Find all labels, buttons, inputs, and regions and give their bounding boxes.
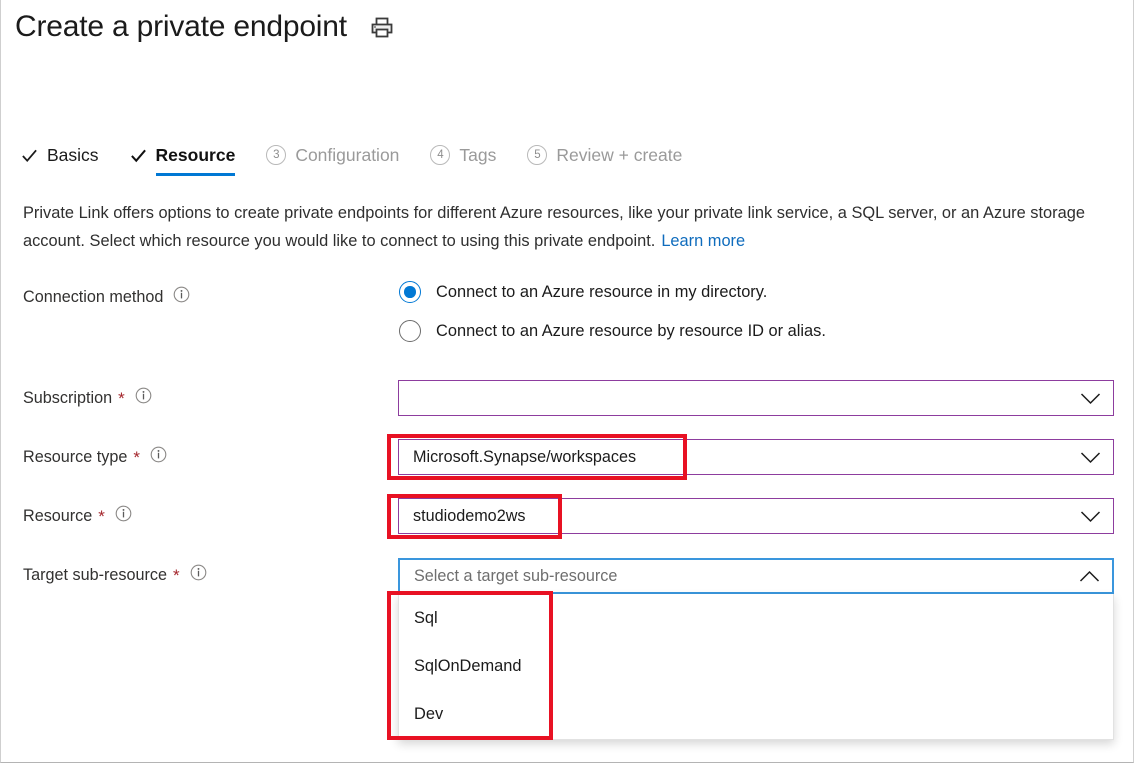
description-text: Private Link offers options to create pr… (23, 199, 1109, 255)
required-asterisk: * (133, 449, 140, 466)
required-asterisk: * (98, 508, 105, 525)
required-asterisk: * (173, 567, 180, 584)
radio-connect-resource-id[interactable]: Connect to an Azure resource by resource… (399, 320, 826, 342)
target-sub-resource-label: Target sub-resource * (23, 564, 207, 586)
description-body: Private Link offers options to create pr… (23, 204, 1085, 250)
page-title: Create a private endpoint (15, 10, 347, 44)
info-icon[interactable] (115, 505, 132, 527)
target-sub-resource-placeholder: Select a target sub-resource (414, 567, 1079, 586)
label-text: Target sub-resource (23, 566, 167, 585)
radio-indicator-unselected (399, 320, 421, 342)
tab-resource[interactable]: Resource (130, 136, 253, 174)
chevron-down-icon (1080, 392, 1101, 405)
radio-dot (404, 286, 416, 298)
wizard-tabs: Basics Resource 3 Configuration 4 Tags 5… (21, 136, 713, 174)
tab-configuration[interactable]: 3 Configuration (266, 136, 416, 174)
learn-more-link[interactable]: Learn more (661, 232, 745, 250)
label-text: Connection method (23, 288, 163, 307)
create-private-endpoint-page: Create a private endpoint Basics Resourc… (0, 0, 1134, 763)
label-text: Resource (23, 507, 92, 526)
tab-label: Configuration (295, 145, 399, 166)
required-asterisk: * (118, 390, 125, 407)
label-text: Resource type (23, 448, 127, 467)
radio-indicator-selected (399, 281, 421, 303)
step-number-badge: 3 (266, 145, 286, 165)
check-icon (21, 147, 38, 164)
step-number-badge: 5 (527, 145, 547, 165)
title-row: Create a private endpoint (15, 8, 395, 45)
printer-icon[interactable] (369, 14, 395, 45)
tab-label: Basics (47, 145, 99, 166)
chevron-down-icon (1080, 451, 1101, 464)
tab-review-create[interactable]: 5 Review + create (527, 136, 699, 174)
step-number-badge: 4 (430, 145, 450, 165)
tab-label: Tags (459, 145, 496, 166)
target-sub-resource-options-panel: Sql SqlOnDemand Dev (398, 594, 1114, 740)
radio-label: Connect to an Azure resource by resource… (436, 322, 826, 341)
info-icon[interactable] (190, 564, 207, 586)
info-icon[interactable] (150, 446, 167, 468)
tab-label: Review + create (556, 145, 682, 166)
tab-tags[interactable]: 4 Tags (430, 136, 513, 174)
connection-method-label: Connection method (23, 286, 190, 308)
chevron-down-icon (1080, 510, 1101, 523)
resource-value: studiodemo2ws (413, 507, 1080, 526)
chevron-up-icon (1079, 570, 1100, 583)
active-tab-underline (156, 173, 236, 176)
resource-type-dropdown[interactable]: Microsoft.Synapse/workspaces (398, 439, 1114, 475)
check-icon (130, 147, 147, 164)
tab-label: Resource (156, 145, 236, 166)
subscription-label: Subscription * (23, 387, 152, 409)
label-text: Subscription (23, 389, 112, 408)
target-sub-resource-dropdown[interactable]: Select a target sub-resource (398, 558, 1114, 594)
tab-basics[interactable]: Basics (21, 136, 116, 174)
option-sqlondemand[interactable]: SqlOnDemand (399, 642, 1113, 690)
subscription-dropdown[interactable] (398, 380, 1114, 416)
resource-type-label: Resource type * (23, 446, 167, 468)
option-sql[interactable]: Sql (399, 594, 1113, 642)
radio-connect-directory[interactable]: Connect to an Azure resource in my direc… (399, 281, 767, 303)
radio-label: Connect to an Azure resource in my direc… (436, 283, 767, 302)
info-icon[interactable] (135, 387, 152, 409)
info-icon[interactable] (173, 286, 190, 308)
resource-label: Resource * (23, 505, 132, 527)
resource-dropdown[interactable]: studiodemo2ws (398, 498, 1114, 534)
resource-type-value: Microsoft.Synapse/workspaces (413, 448, 1080, 467)
option-dev[interactable]: Dev (399, 690, 1113, 738)
